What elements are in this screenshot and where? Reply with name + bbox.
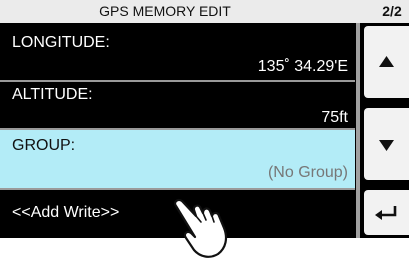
altitude-row[interactable]: ALTITUDE: 75ft	[0, 82, 355, 128]
group-row[interactable]: GROUP: (No Group)	[0, 130, 355, 188]
add-write-label: <<Add Write>>	[12, 204, 120, 221]
screen-title: GPS MEMORY EDIT	[99, 3, 231, 19]
group-value: (No Group)	[267, 164, 348, 181]
scrollbar[interactable]	[356, 23, 360, 238]
longitude-value: 135˚ 34.29'E	[257, 58, 348, 75]
back-button[interactable]	[364, 190, 409, 235]
down-arrow-icon	[379, 140, 394, 151]
altitude-label: ALTITUDE:	[12, 86, 93, 103]
title-bar: GPS MEMORY EDIT 2/2	[0, 0, 409, 23]
longitude-label: LONGITUDE:	[12, 34, 110, 51]
return-arrow-icon	[375, 206, 397, 220]
scroll-down-button[interactable]	[364, 108, 409, 180]
group-label: GROUP:	[12, 137, 76, 154]
tap-hand-icon	[174, 198, 228, 258]
page-indicator: 2/2	[382, 3, 402, 19]
altitude-value: 75ft	[321, 109, 348, 126]
scroll-up-button[interactable]	[364, 26, 409, 98]
longitude-row[interactable]: LONGITUDE: 135˚ 34.29'E	[0, 23, 355, 82]
up-arrow-icon	[379, 56, 394, 67]
